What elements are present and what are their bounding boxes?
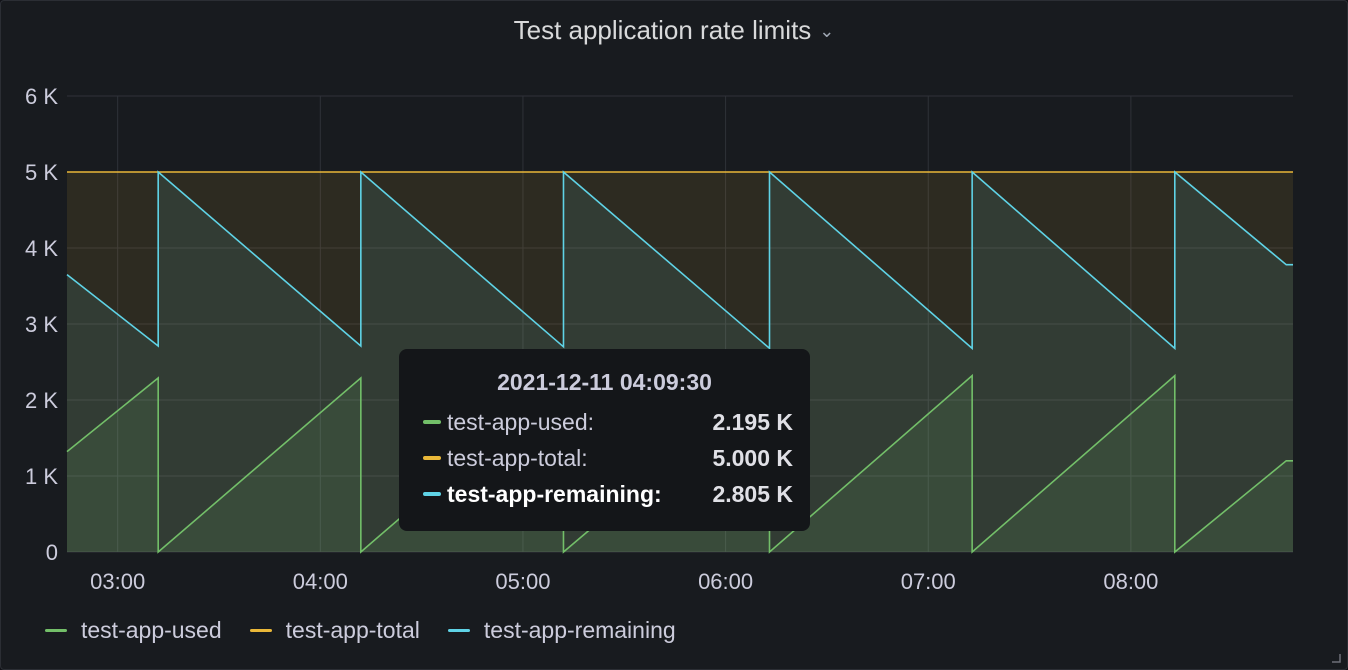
legend-item-total[interactable]: test-app-total xyxy=(249,617,420,644)
tooltip-label: test-app-total: xyxy=(447,444,588,471)
legend-item-remaining[interactable]: test-app-remaining xyxy=(447,617,676,644)
tooltip-label: test-app-used: xyxy=(447,408,595,435)
y-tick-label: 3 K xyxy=(25,312,58,337)
legend: test-app-used test-app-total test-app-re… xyxy=(45,617,676,644)
legend-swatch xyxy=(447,629,470,632)
tooltip-row-used: test-app-used: 2.195 K xyxy=(423,407,793,437)
tooltip-row-total: test-app-total: 5.000 K xyxy=(423,443,793,473)
y-tick-label: 6 K xyxy=(25,84,58,109)
x-tick-label: 03:00 xyxy=(90,569,145,594)
tooltip-value: 2.195 K xyxy=(712,408,793,435)
graph-panel: Test application rate limits ⌄ 01 K2 K3 K… xyxy=(0,0,1348,670)
y-tick-label: 4 K xyxy=(25,236,58,261)
tooltip-value: 5.000 K xyxy=(712,444,793,471)
x-tick-label: 08:00 xyxy=(1103,569,1158,594)
x-tick-label: 05:00 xyxy=(495,569,550,594)
tooltip: 2021-12-11 04:09:30 test-app-used: 2.195… xyxy=(399,349,810,531)
legend-swatch xyxy=(249,629,272,632)
legend-label[interactable]: test-app-remaining xyxy=(484,617,676,644)
tooltip-swatch-used xyxy=(423,420,441,424)
tooltip-time: 2021-12-11 04:09:30 xyxy=(497,369,712,395)
legend-label[interactable]: test-app-total xyxy=(286,617,420,644)
tooltip-value: 2.805 K xyxy=(712,480,793,507)
y-tick-label: 1 K xyxy=(25,464,58,489)
legend-item-used[interactable]: test-app-used xyxy=(45,617,222,644)
y-tick-label: 5 K xyxy=(25,160,58,185)
y-tick-label: 0 xyxy=(46,540,58,565)
y-tick-label: 2 K xyxy=(25,388,58,413)
x-tick-label: 07:00 xyxy=(901,569,956,594)
x-tick-label: 04:00 xyxy=(293,569,348,594)
tooltip-label: test-app-remaining: xyxy=(447,480,662,507)
tooltip-row-remaining: test-app-remaining: 2.805 K xyxy=(423,479,793,509)
x-tick-label: 06:00 xyxy=(698,569,753,594)
legend-label[interactable]: test-app-used xyxy=(81,617,222,644)
resize-handle-icon[interactable] xyxy=(1331,653,1341,663)
tooltip-swatch-total xyxy=(423,456,441,460)
tooltip-swatch-remaining xyxy=(423,492,441,496)
legend-swatch xyxy=(45,629,67,632)
